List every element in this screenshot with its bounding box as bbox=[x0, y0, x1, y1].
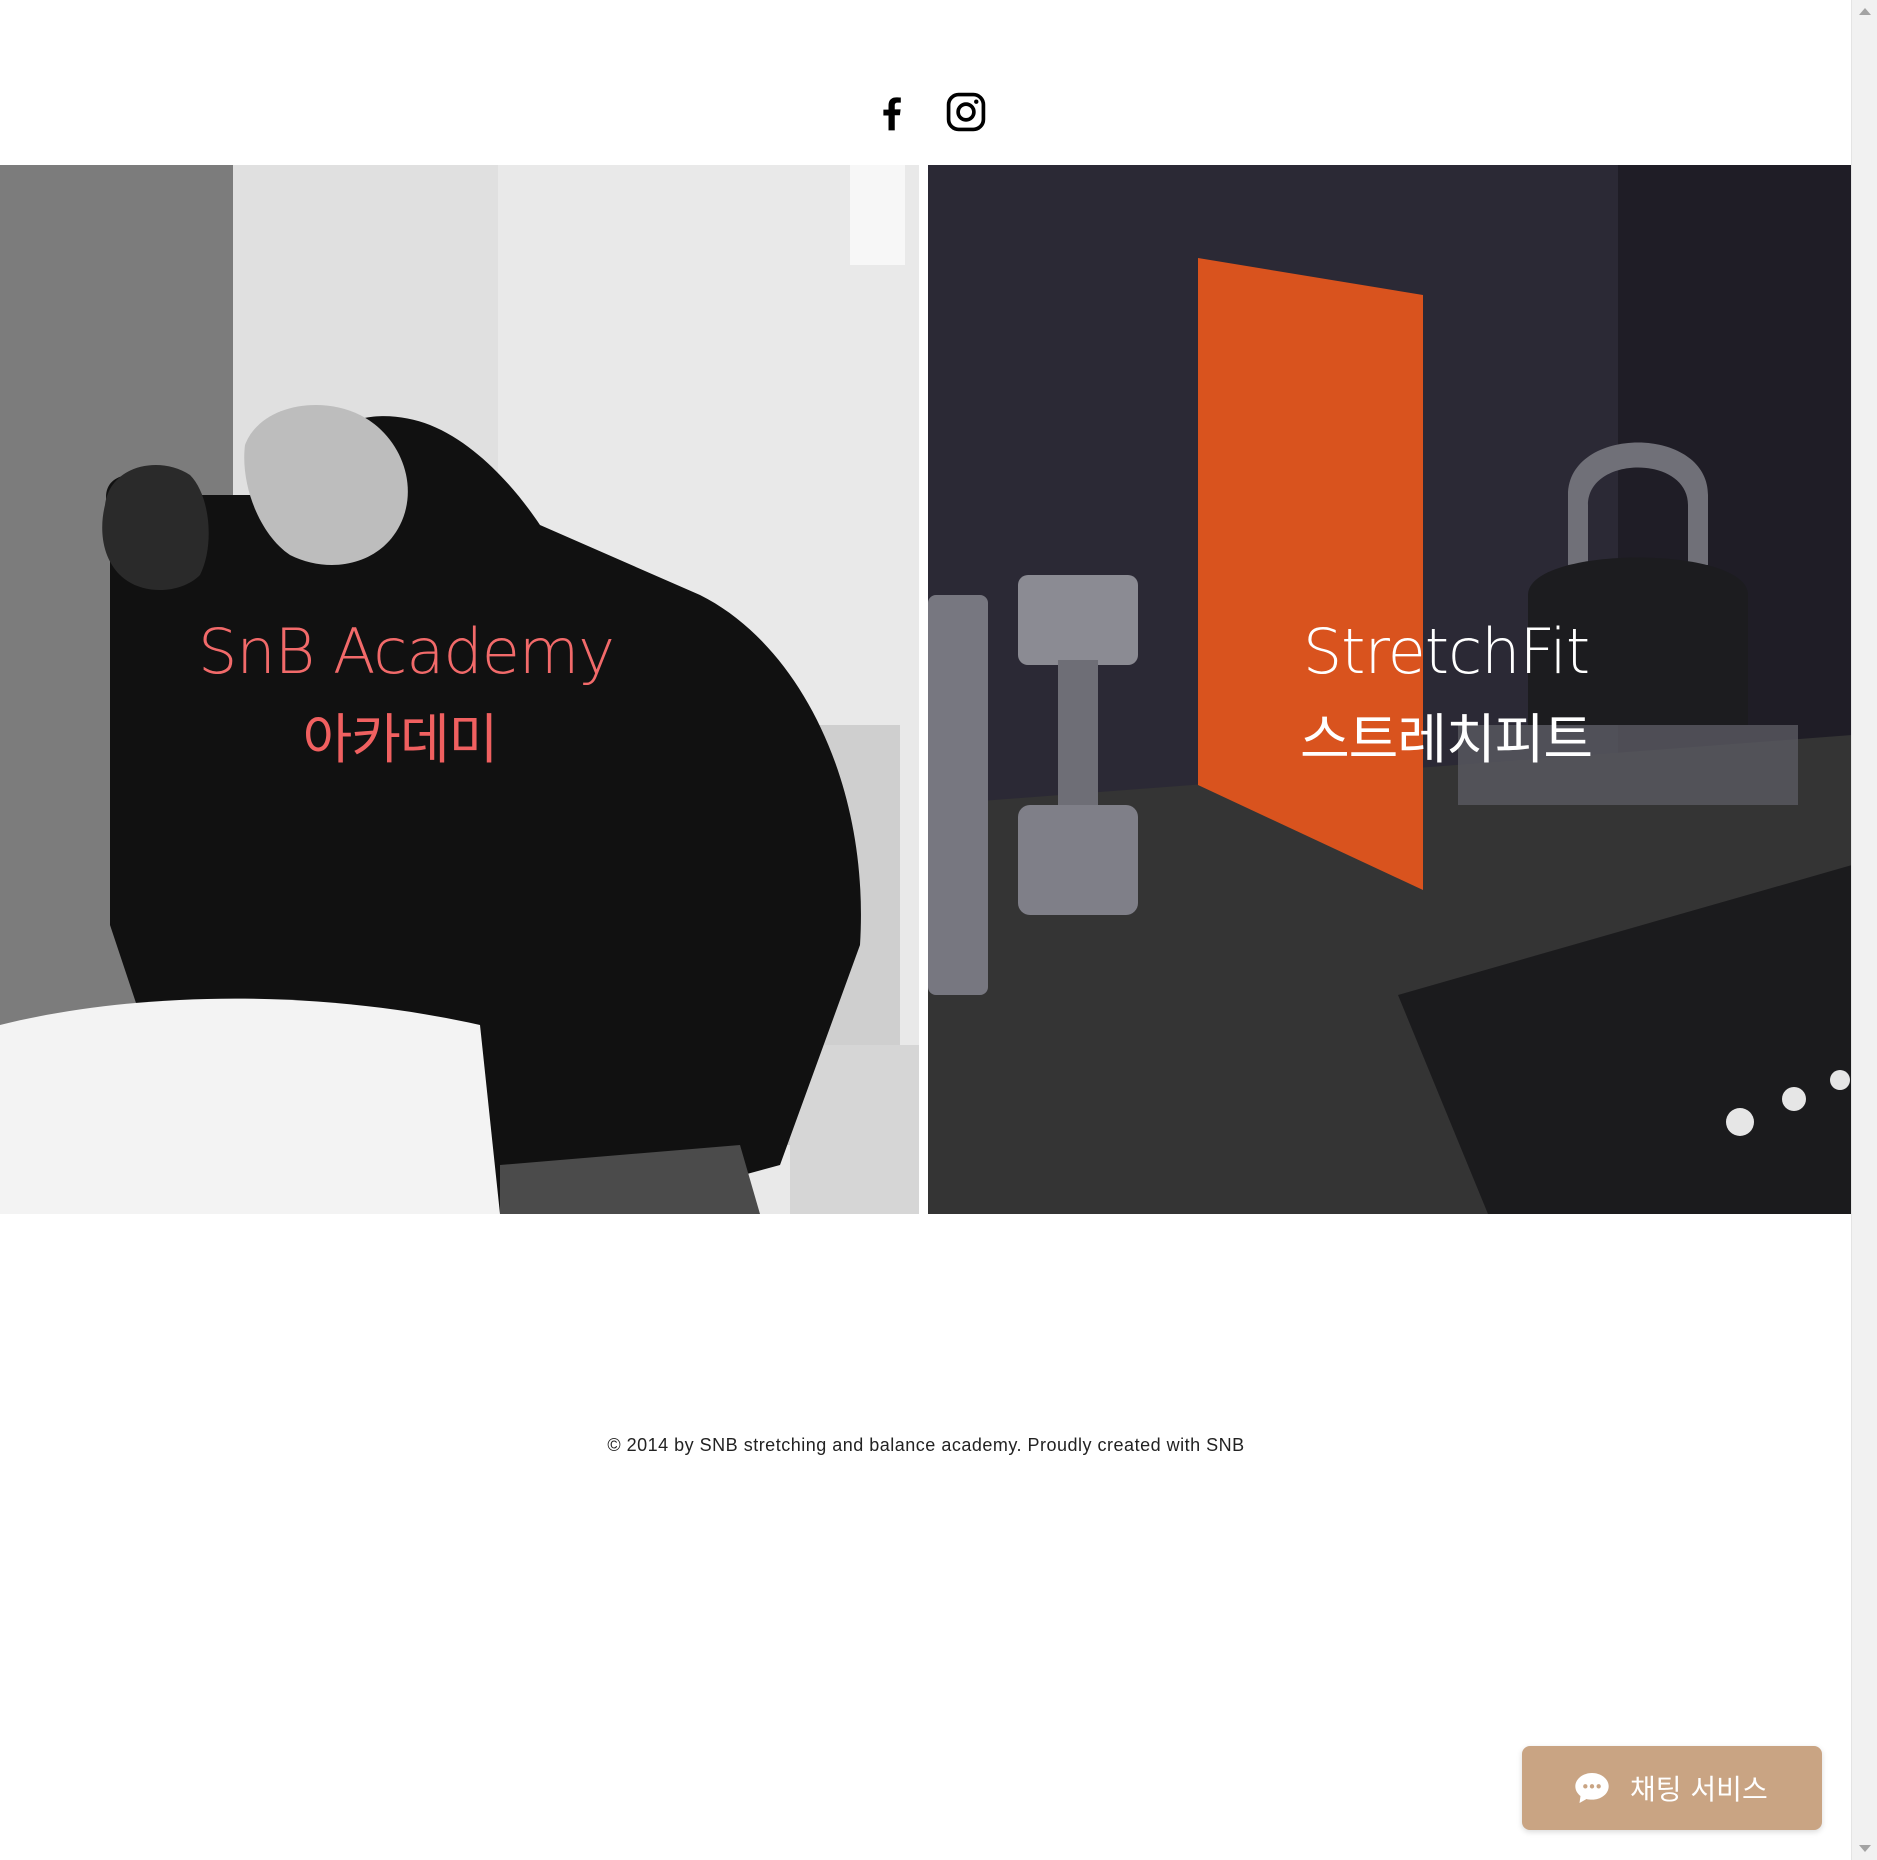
stretchfit-photo bbox=[928, 165, 1852, 1214]
instagram-icon bbox=[946, 92, 986, 132]
stretchfit-title-en: StretchFit bbox=[1302, 615, 1590, 688]
social-bar bbox=[870, 90, 988, 134]
scroll-up-arrow-icon[interactable] bbox=[1859, 8, 1871, 15]
facebook-link[interactable] bbox=[870, 90, 914, 134]
instagram-link[interactable] bbox=[944, 90, 988, 134]
chat-service-label: 채팅 서비스 bbox=[1630, 1773, 1768, 1806]
footer-copyright: © 2014 by SNB stretching and balance aca… bbox=[607, 1435, 1245, 1455]
scroll-down-arrow-icon[interactable] bbox=[1859, 1845, 1871, 1852]
stretchfit-panel[interactable]: StretchFit 스트레치피트 bbox=[928, 165, 1852, 1214]
stretchfit-title-ko: 스트레치피트 bbox=[1299, 708, 1593, 771]
facebook-icon bbox=[883, 97, 901, 131]
academy-title-en: SnB Academy bbox=[198, 615, 615, 688]
academy-panel[interactable]: SnB Academy 아카데미 bbox=[0, 165, 919, 1214]
chat-bubble-icon bbox=[1575, 1773, 1609, 1803]
academy-photo bbox=[0, 165, 919, 1214]
chat-service-button[interactable]: 채팅 서비스 bbox=[1522, 1746, 1822, 1830]
scrollbar[interactable] bbox=[1851, 0, 1877, 1860]
academy-title-ko: 아카데미 bbox=[302, 708, 499, 771]
page: SnB Academy 아카데미 StretchFit 스트레치피트 © 201… bbox=[0, 0, 1877, 1860]
